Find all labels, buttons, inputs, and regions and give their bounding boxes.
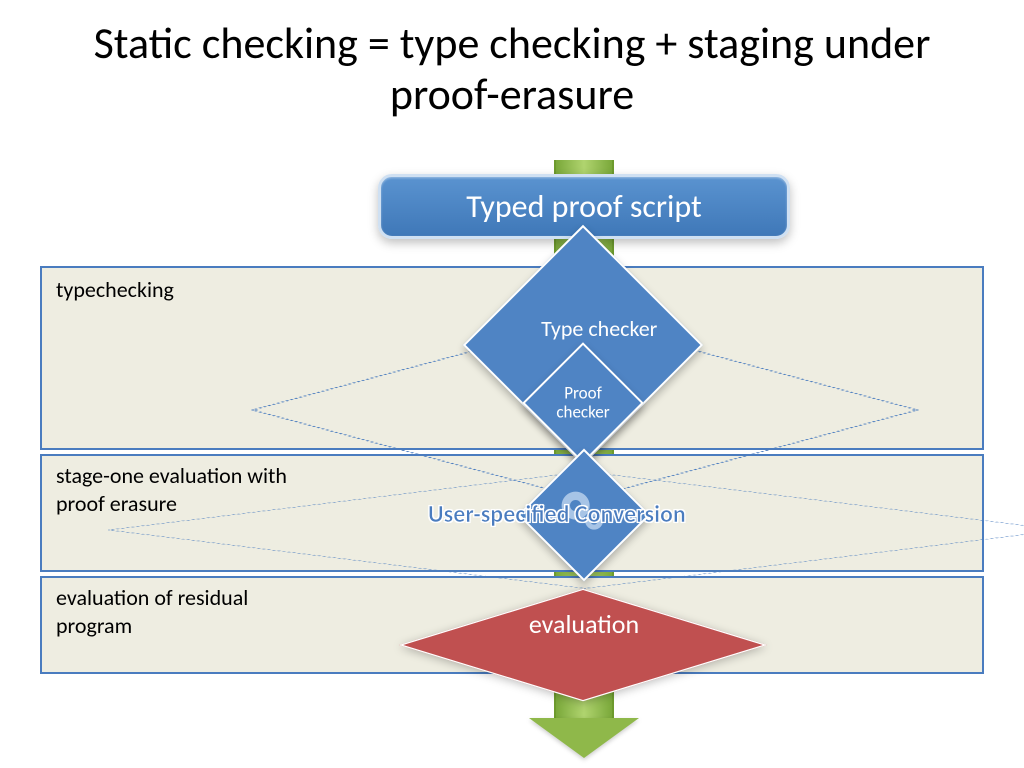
type-checker-label: Type checker	[541, 315, 657, 342]
proof-checker-label: Proof checker	[548, 384, 618, 421]
flow-arrow-head	[529, 718, 639, 758]
conversion-label: User-specified Conversion	[428, 500, 686, 529]
typed-proof-script-label: Typed proof script	[466, 187, 702, 226]
evaluation-label: evaluation	[484, 608, 684, 640]
diagram-canvas: typechecking stage-one evaluation with p…	[0, 0, 1024, 768]
phase-typechecking-label: typechecking	[56, 276, 174, 303]
phase-residual-label: evaluation of residual program	[56, 584, 316, 639]
